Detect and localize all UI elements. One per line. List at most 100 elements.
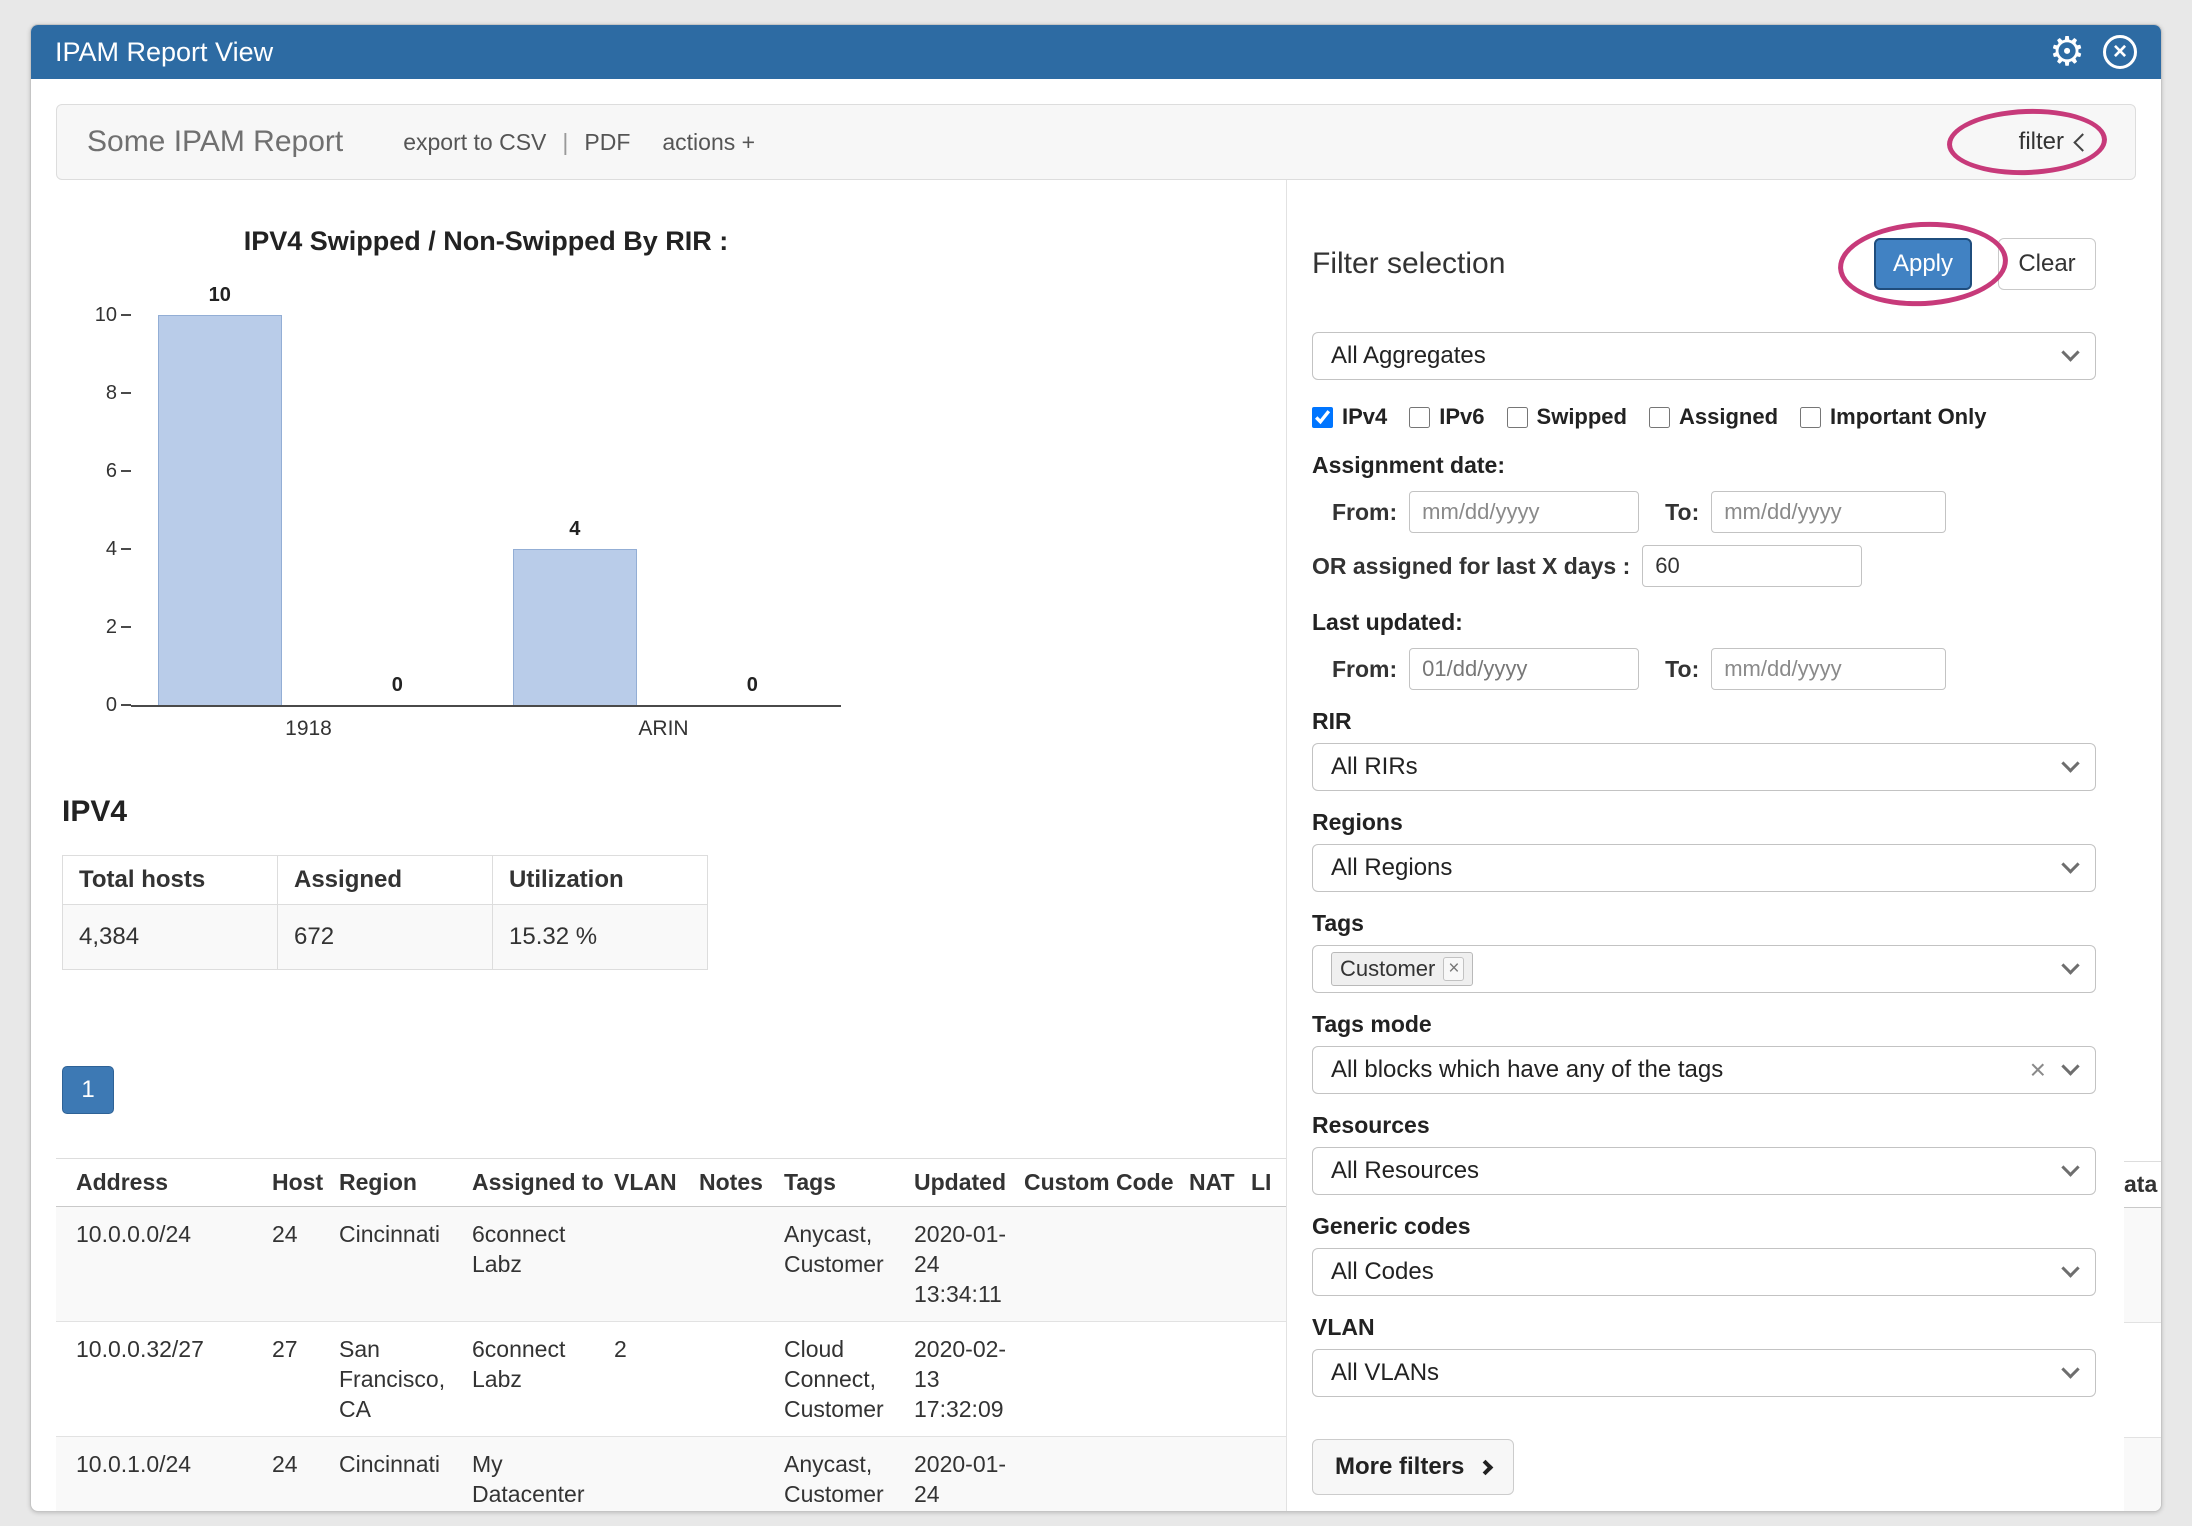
vlan-select[interactable]: All VLANs	[1312, 1349, 2096, 1397]
checkbox-important-only[interactable]: Important Only	[1800, 404, 1986, 430]
regions-label: Regions	[1312, 809, 2096, 836]
table-row[interactable]: 10.0.0.32/2727San Francisco, CA6connect …	[56, 1322, 1351, 1437]
report-col-header[interactable]: Address	[56, 1159, 264, 1207]
more-filters-label: More filters	[1335, 1453, 1464, 1481]
last-updated-from-input[interactable]	[1409, 648, 1639, 690]
window-titlebar: IPAM Report View ⚙ ×	[31, 25, 2161, 79]
tags-mode-label: Tags mode	[1312, 1011, 2096, 1038]
chevron-right-icon	[1478, 1459, 1494, 1475]
checkbox-ipv6[interactable]: IPv6	[1409, 404, 1484, 430]
checkbox-swipped[interactable]: Swipped	[1507, 404, 1627, 430]
assigned-last-days-label: OR assigned for last X days :	[1312, 553, 1630, 580]
clear-selection-icon[interactable]: ×	[2030, 1056, 2046, 1084]
last-updated-to-input[interactable]	[1711, 648, 1946, 690]
filter-toggle-label: filter	[2019, 128, 2064, 156]
table-cell: 2020-01-24 13:33:59	[906, 1437, 1016, 1513]
assigned-last-days-input[interactable]	[1642, 545, 1862, 587]
table-cell	[691, 1207, 776, 1322]
rir-label: RIR	[1312, 708, 2096, 735]
table-cell: 2	[606, 1322, 691, 1437]
table-row[interactable]: 10.0.1.0/2424CincinnatiMy DatacenterAnyc…	[56, 1437, 1351, 1513]
report-col-header[interactable]: Notes	[691, 1159, 776, 1207]
chart-plot: 0246810100191840ARIN	[131, 315, 841, 707]
page-button-1[interactable]: 1	[62, 1066, 114, 1114]
report-col-header[interactable]: VLAN	[606, 1159, 691, 1207]
checkbox-ipv4[interactable]: IPv4	[1312, 404, 1387, 430]
more-filters-button[interactable]: More filters	[1312, 1439, 1514, 1495]
chevron-down-icon	[2061, 855, 2079, 873]
summary-cell: 15.32 %	[493, 905, 708, 970]
chart-bar	[513, 549, 637, 705]
checkbox-assigned[interactable]: Assigned	[1649, 404, 1778, 430]
report-col-header[interactable]: NAT	[1181, 1159, 1243, 1207]
gear-icon[interactable]: ⚙	[2049, 32, 2085, 72]
report-col-header[interactable]: Tags	[776, 1159, 906, 1207]
bar-value-label: 0	[712, 674, 792, 697]
assigned-last-days-row: OR assigned for last X days :	[1312, 545, 2096, 587]
checkbox-ipv6-input[interactable]	[1409, 407, 1430, 428]
filter-toggle[interactable]: filter	[2019, 128, 2105, 156]
y-tick-mark	[121, 548, 131, 550]
chart-bar	[158, 315, 282, 705]
table-cell	[606, 1437, 691, 1513]
table-cell: Cloud Connect, Customer	[776, 1322, 906, 1437]
bar-value-label: 10	[180, 284, 260, 307]
table-cell: 2020-02-13 17:32:09	[906, 1322, 1016, 1437]
rir-select[interactable]: All RIRs	[1312, 743, 2096, 791]
checkbox-important-only-input[interactable]	[1800, 407, 1821, 428]
report-col-header[interactable]: Custom Code	[1016, 1159, 1181, 1207]
chevron-down-icon	[2061, 343, 2079, 361]
table-overflow-row	[2124, 1323, 2162, 1438]
report-col-header[interactable]: Region	[331, 1159, 464, 1207]
report-col-header[interactable]: Updated	[906, 1159, 1016, 1207]
tag-remove-icon[interactable]: ×	[1443, 957, 1464, 981]
table-cell	[1016, 1437, 1181, 1513]
y-tick-label: 8	[75, 382, 117, 405]
summary-col-header: Utilization	[493, 856, 708, 905]
report-col-header[interactable]: Host	[264, 1159, 331, 1207]
tags-label: Tags	[1312, 910, 2096, 937]
last-updated-label: Last updated:	[1312, 609, 2096, 636]
assignment-to-input[interactable]	[1711, 491, 1946, 533]
export-csv-link[interactable]: export to CSV	[403, 129, 546, 156]
table-cell	[1181, 1437, 1243, 1513]
filter-panel: Filter selection Apply Clear All Aggrega…	[1286, 180, 2121, 1512]
checkbox-ipv4-input[interactable]	[1312, 407, 1333, 428]
tags-group: Tags Customer ×	[1312, 910, 2096, 993]
chevron-down-icon	[2061, 1057, 2079, 1075]
table-cell	[1016, 1207, 1181, 1322]
checkbox-assigned-input[interactable]	[1649, 407, 1670, 428]
apply-button-wrap: Apply	[1874, 238, 1972, 290]
tags-mode-value: All blocks which have any of the tags	[1331, 1056, 1723, 1084]
resources-select[interactable]: All Resources	[1312, 1147, 2096, 1195]
close-icon[interactable]: ×	[2103, 35, 2137, 69]
summary-col-header: Total hosts	[63, 856, 278, 905]
apply-button[interactable]: Apply	[1874, 238, 1972, 290]
table-cell: 27	[264, 1322, 331, 1437]
clear-button[interactable]: Clear	[1998, 238, 2096, 290]
assignment-from-input[interactable]	[1409, 491, 1639, 533]
checkbox-label: IPv6	[1439, 404, 1484, 430]
tags-mode-select[interactable]: All blocks which have any of the tags ×	[1312, 1046, 2096, 1094]
vlan-group: VLAN All VLANs	[1312, 1314, 2096, 1397]
y-tick-label: 4	[75, 538, 117, 561]
ipam-report-window: IPAM Report View ⚙ × Some IPAM Report ex…	[30, 24, 2162, 1512]
summary-cell: 672	[278, 905, 493, 970]
actions-menu[interactable]: actions +	[662, 129, 755, 156]
export-pdf-link[interactable]: PDF	[584, 129, 630, 156]
report-toolbar: Some IPAM Report export to CSV | PDF act…	[56, 104, 2136, 180]
window-title: IPAM Report View	[55, 37, 273, 68]
table-cell: San Francisco, CA	[331, 1322, 464, 1437]
tags-select[interactable]: Customer ×	[1312, 945, 2096, 993]
regions-group: Regions All Regions	[1312, 809, 2096, 892]
summary-table: Total hostsAssignedUtilization4,38467215…	[62, 855, 708, 970]
generic-codes-select[interactable]: All Codes	[1312, 1248, 2096, 1296]
summary-col-header: Assigned	[278, 856, 493, 905]
table-cell: 10.0.0.32/27	[56, 1322, 264, 1437]
regions-select[interactable]: All Regions	[1312, 844, 2096, 892]
report-col-header[interactable]: Assigned to	[464, 1159, 606, 1207]
table-row[interactable]: 10.0.0.0/2424Cincinnati6connect LabzAnyc…	[56, 1207, 1351, 1322]
checkbox-swipped-input[interactable]	[1507, 407, 1528, 428]
table-cell	[1181, 1322, 1243, 1437]
aggregates-select[interactable]: All Aggregates	[1312, 332, 2096, 380]
